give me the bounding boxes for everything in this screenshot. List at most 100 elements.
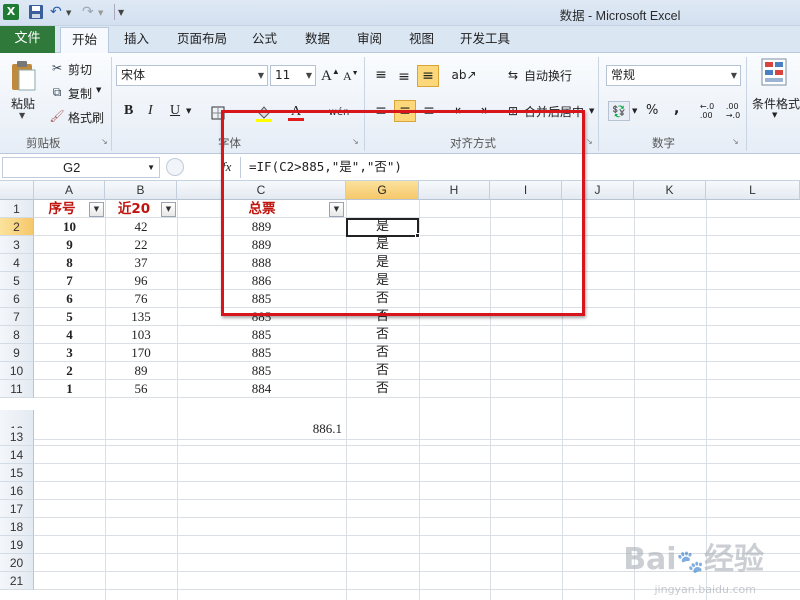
align-right-icon[interactable]: ≡ — [421, 103, 437, 119]
font-color-icon[interactable]: A — [286, 101, 306, 123]
cell-b2[interactable]: 42 — [105, 218, 177, 236]
cell-c3[interactable]: 889 — [177, 236, 346, 254]
row-header-9[interactable]: 9 — [0, 344, 34, 362]
tab-page-layout[interactable]: 页面布局 — [177, 30, 227, 50]
cell-b11[interactable]: 56 — [105, 380, 177, 398]
tab-developer[interactable]: 开发工具 — [460, 30, 510, 50]
cell-c1[interactable]: 总票 — [177, 200, 347, 218]
tab-formulas[interactable]: 公式 — [252, 30, 277, 50]
grow-font-button[interactable]: A▲ — [321, 67, 340, 85]
conditional-formatting-dropdown-icon[interactable]: ▼ — [772, 111, 777, 119]
row-header-8[interactable]: 8 — [0, 326, 34, 344]
column-header-h[interactable]: H — [419, 181, 490, 200]
cell-a3[interactable]: 9 — [34, 236, 105, 254]
align-top-icon[interactable]: ≡ — [373, 67, 389, 83]
cell-c8[interactable]: 885 — [177, 326, 346, 344]
column-header-b[interactable]: B — [105, 181, 177, 200]
cut-button[interactable]: 剪切 — [68, 61, 92, 78]
paste-dropdown-icon[interactable]: ▼ — [19, 111, 25, 120]
row-header-16[interactable]: 16 — [0, 482, 34, 500]
cell-a5[interactable]: 7 — [34, 272, 105, 290]
cell-c11[interactable]: 884 — [177, 380, 346, 398]
currency-dropdown-icon[interactable]: ▼ — [632, 107, 637, 115]
cell-g10[interactable]: 否 — [346, 362, 419, 380]
row-header-11[interactable]: 11 — [0, 380, 34, 398]
formula-input[interactable]: =IF(C2>885,"是","否") — [240, 157, 796, 178]
font-family-select[interactable]: 宋体 ▼ — [116, 65, 268, 86]
filter-dropdown-a-icon[interactable]: ▼ — [89, 202, 104, 217]
cell-g8[interactable]: 否 — [346, 326, 419, 344]
cell-b7[interactable]: 135 — [105, 308, 177, 326]
tab-insert[interactable]: 插入 — [124, 30, 149, 50]
merge-dropdown-icon[interactable]: ▼ — [589, 107, 594, 115]
increase-indent-icon[interactable]: ⇥ — [473, 103, 489, 119]
cell-g4[interactable]: 是 — [346, 254, 419, 272]
comma-button[interactable]: , — [674, 101, 679, 117]
font-launcher-icon[interactable]: ↘ — [352, 137, 359, 146]
cell-a9[interactable]: 3 — [34, 344, 105, 362]
row-header-13[interactable]: 13 — [0, 428, 34, 446]
name-box[interactable]: G2 ▼ — [2, 157, 160, 178]
row-header-1[interactable]: 1 — [0, 200, 34, 218]
column-header-c[interactable]: C — [177, 181, 346, 200]
percent-button[interactable]: % — [646, 103, 658, 118]
row-header-2[interactable]: 2 — [0, 218, 34, 236]
phonetic-icon[interactable]: wén — [329, 103, 350, 121]
fill-handle[interactable] — [415, 233, 420, 238]
cell-g11[interactable]: 否 — [346, 380, 419, 398]
tab-file[interactable]: 文件 — [0, 26, 55, 53]
cell-b8[interactable]: 103 — [105, 326, 177, 344]
row-header-19[interactable]: 19 — [0, 536, 34, 554]
row-header-18[interactable]: 18 — [0, 518, 34, 536]
decrease-indent-icon[interactable]: ⇤ — [453, 103, 469, 119]
alignment-launcher-icon[interactable]: ↘ — [586, 137, 593, 146]
chevron-down-icon[interactable]: ▼ — [147, 158, 155, 177]
cell-a11[interactable]: 1 — [34, 380, 105, 398]
row-header-15[interactable]: 15 — [0, 464, 34, 482]
row-header-3[interactable]: 3 — [0, 236, 34, 254]
italic-button[interactable]: I — [148, 103, 153, 119]
orientation-icon[interactable]: ab↗ — [451, 67, 476, 83]
cell-b10[interactable]: 89 — [105, 362, 177, 380]
column-header-k[interactable]: K — [634, 181, 706, 200]
tab-review[interactable]: 审阅 — [357, 30, 382, 50]
cell-b9[interactable]: 170 — [105, 344, 177, 362]
cell-g6[interactable]: 否 — [346, 290, 419, 308]
increase-decimal-icon[interactable]: ←.0.00 — [696, 101, 718, 121]
column-header-i[interactable]: I — [490, 181, 562, 200]
decrease-decimal-icon[interactable]: .00 →.0 — [722, 101, 744, 121]
row-header-5[interactable]: 5 — [0, 272, 34, 290]
insert-function-button[interactable]: fx — [222, 159, 231, 175]
filter-dropdown-b-icon[interactable]: ▼ — [161, 202, 176, 217]
cell-c4[interactable]: 888 — [177, 254, 346, 272]
row-header-7[interactable]: 7 — [0, 308, 34, 326]
align-center-icon[interactable]: ≡ — [394, 100, 416, 122]
merge-center-button[interactable]: 合并后居中 — [524, 103, 584, 120]
currency-icon[interactable]: 💱 — [608, 101, 630, 121]
font-size-select[interactable]: 11 ▼ — [270, 65, 316, 86]
row-header-14[interactable]: 14 — [0, 446, 34, 464]
cell-a7[interactable]: 5 — [34, 308, 105, 326]
cell-g7[interactable]: 否 — [346, 308, 419, 326]
cell-b4[interactable]: 37 — [105, 254, 177, 272]
shrink-font-button[interactable]: A▼ — [343, 69, 359, 84]
row-header-20[interactable]: 20 — [0, 554, 34, 572]
tab-data[interactable]: 数据 — [305, 30, 330, 50]
cell-c2[interactable]: 889 — [177, 218, 346, 236]
cell-a2[interactable]: 10 — [34, 218, 105, 236]
cell-c9[interactable]: 885 — [177, 344, 346, 362]
cell-c5[interactable]: 886 — [177, 272, 346, 290]
paste-button[interactable]: 粘贴 — [11, 95, 35, 112]
cell-a4[interactable]: 8 — [34, 254, 105, 272]
cell-g5[interactable]: 是 — [346, 272, 419, 290]
cell-a8[interactable]: 4 — [34, 326, 105, 344]
column-header-j[interactable]: J — [562, 181, 634, 200]
format-painter-button[interactable]: 格式刷 — [68, 109, 104, 126]
tab-view[interactable]: 视图 — [409, 30, 434, 50]
row-header-4[interactable]: 4 — [0, 254, 34, 272]
cell-g9[interactable]: 否 — [346, 344, 419, 362]
cell-a10[interactable]: 2 — [34, 362, 105, 380]
worksheet-grid[interactable]: A B C G H I J K L 1234567891011121314151… — [0, 181, 800, 600]
row-header-17[interactable]: 17 — [0, 500, 34, 518]
copy-button[interactable]: 复制 — [68, 85, 92, 102]
